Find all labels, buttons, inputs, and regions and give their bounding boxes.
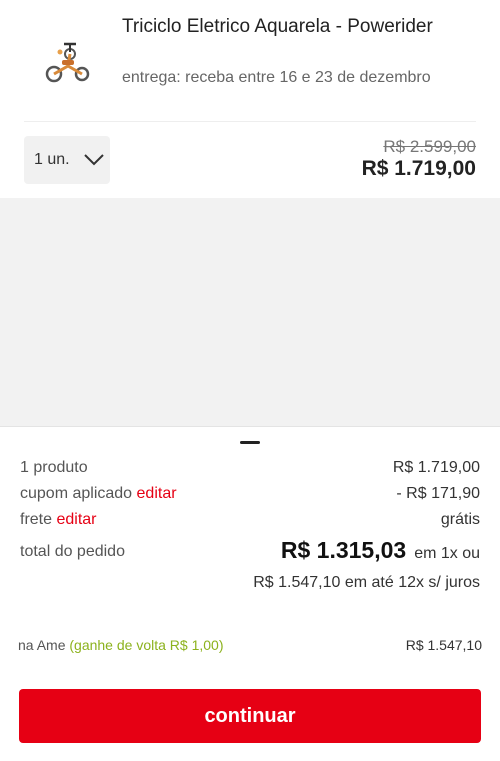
sheet-drag-handle[interactable] [240, 441, 260, 444]
product-title[interactable]: Triciclo Eletrico Aquarela - Powerider [122, 14, 482, 40]
old-price: R$ 2.599,00 [383, 137, 476, 156]
shipping-label: frete [20, 511, 53, 528]
coupon-label: cupom aplicado [20, 485, 133, 502]
total-payment-suffix: em 1x ou [414, 545, 480, 562]
delivery-estimate: entrega: receba entre 16 e 23 de dezembr… [122, 69, 431, 86]
coupon-label-group: cupom aplicado editar [20, 485, 177, 503]
total-amount: R$ 1.315,03 [280, 537, 407, 563]
products-count-label: 1 produto [20, 459, 88, 476]
ame-label: na Ame [18, 637, 66, 653]
ame-cashback: (ganhe de volta R$ 1,00) [69, 637, 224, 653]
total-label: total do pedido [20, 543, 125, 560]
installments-info: R$ 1.547,10 em até 12x s/ juros [253, 574, 480, 591]
ame-value: R$ 1.547,10 [405, 637, 482, 653]
shipping-label-group: frete editar [20, 511, 97, 529]
continue-button[interactable]: continuar [19, 689, 481, 743]
edit-shipping-link[interactable]: editar [56, 511, 96, 528]
coupon-discount: - R$ 171,90 [396, 485, 480, 502]
cart-product-card: Triciclo Eletrico Aquarela - Powerider e… [0, 0, 500, 198]
divider [24, 121, 476, 122]
order-summary-sheet: 1 produto R$ 1.719,00 cupom aplicado edi… [0, 426, 500, 761]
edit-coupon-link[interactable]: editar [137, 485, 177, 502]
ame-label-group: na Ame (ganhe de volta R$ 1,00) [18, 637, 223, 653]
products-row: 1 produto R$ 1.719,00 [20, 459, 480, 477]
product-image[interactable] [40, 32, 98, 90]
products-subtotal: R$ 1.719,00 [392, 459, 480, 476]
coupon-row: cupom aplicado editar - R$ 171,90 [20, 485, 480, 503]
chevron-down-icon [83, 154, 104, 166]
shipping-value: grátis [440, 511, 480, 528]
quantity-select[interactable]: 1 un. [24, 136, 110, 184]
ame-row: na Ame (ganhe de volta R$ 1,00) R$ 1.547… [18, 637, 482, 653]
quantity-value: 1 un. [34, 151, 70, 168]
background-area [0, 198, 500, 426]
current-price: R$ 1.719,00 [361, 157, 476, 180]
tricycle-icon [45, 42, 90, 83]
shipping-row: frete editar grátis [20, 511, 480, 529]
total-row: R$ 1.315,03 em 1x ou [281, 537, 480, 564]
